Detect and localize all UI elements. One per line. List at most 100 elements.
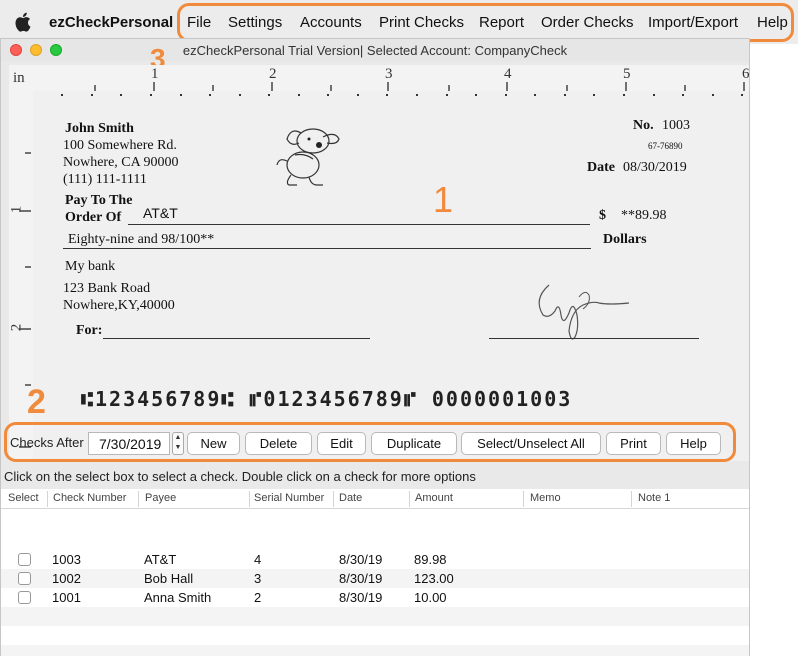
column-divider — [138, 491, 139, 507]
cell-check-number: 1001 — [52, 590, 81, 605]
menu-accounts[interactable]: Accounts — [300, 14, 362, 31]
empty-row — [1, 607, 749, 626]
empty-row — [1, 645, 749, 656]
for-label: For: — [76, 323, 103, 338]
column-divider — [523, 491, 524, 507]
menu-file[interactable]: File — [187, 14, 211, 31]
checks-after-date-field[interactable]: 7/30/2019 — [88, 432, 170, 455]
instruction-text: Click on the select box to select a chec… — [4, 469, 476, 484]
delete-button[interactable]: Delete — [245, 432, 312, 455]
check-preview[interactable]: John Smith 100 Somewhere Rd. Nowhere, CA… — [33, 91, 749, 461]
new-button[interactable]: New — [187, 432, 240, 455]
check-fraction: 67-76890 — [648, 141, 683, 151]
table-row[interactable]: 1003 AT&T 4 8/30/19 89.98 — [1, 550, 749, 569]
pay-to-label: Pay To The — [65, 193, 133, 208]
check-no-label: No. — [633, 118, 654, 133]
signature-image — [538, 284, 630, 340]
checks-after-label: Checks After — [10, 435, 84, 450]
help-button[interactable]: Help — [666, 432, 721, 455]
select-unselect-all-button[interactable]: Select/Unselect All — [461, 432, 601, 455]
col-header-amount[interactable]: Amount — [415, 492, 453, 504]
menu-help[interactable]: Help — [757, 14, 788, 31]
col-header-select[interactable]: Select — [8, 492, 39, 504]
row-select-checkbox[interactable] — [18, 572, 31, 585]
print-button[interactable]: Print — [606, 432, 661, 455]
memo-line — [103, 338, 370, 339]
table-row[interactable]: 1001 Anna Smith 2 8/30/19 10.00 — [1, 588, 749, 607]
cell-serial-number: 2 — [254, 590, 262, 605]
row-select-checkbox[interactable] — [18, 591, 31, 604]
column-divider — [409, 491, 410, 507]
currency-symbol: $ — [599, 208, 606, 223]
chevron-up-icon[interactable]: ▲ — [175, 434, 182, 441]
main-window: ezCheckPersonal Trial Version| Selected … — [0, 38, 750, 656]
cell-amount: 89.98 — [414, 552, 447, 567]
menu-report[interactable]: Report — [479, 14, 524, 31]
cell-serial-number: 4 — [254, 552, 262, 567]
check-date: 08/30/2019 — [623, 160, 687, 175]
payer-address-1: 100 Somewhere Rd. — [63, 138, 177, 153]
table-header: Select Check Number Payee Serial Number … — [1, 489, 749, 509]
col-header-memo[interactable]: Memo — [530, 492, 561, 504]
annotation-2: 2 — [27, 383, 46, 421]
window-title: ezCheckPersonal Trial Version| Selected … — [182, 43, 568, 58]
cell-amount: 123.00 — [414, 571, 454, 586]
empty-row — [1, 626, 749, 645]
column-divider — [631, 491, 632, 507]
menu-print-checks[interactable]: Print Checks — [379, 14, 464, 31]
col-header-date[interactable]: Date — [339, 492, 362, 504]
cell-payee: AT&T — [144, 552, 177, 567]
cell-date: 8/30/19 — [339, 571, 383, 586]
bank-address-1: 123 Bank Road — [63, 281, 151, 296]
payee-line — [128, 224, 590, 225]
window-titlebar: ezCheckPersonal Trial Version| Selected … — [1, 39, 749, 61]
cell-serial-number: 3 — [254, 571, 262, 586]
apple-icon[interactable] — [14, 12, 31, 32]
app-name-menu[interactable]: ezCheckPersonal — [49, 14, 173, 31]
order-of-label: Order Of — [65, 210, 122, 225]
date-stepper[interactable]: ▲ ▼ — [172, 432, 184, 455]
cell-payee: Bob Hall — [144, 571, 194, 586]
horizontal-ruler: in 1 2 3 4 5 6 — [9, 65, 750, 91]
column-divider — [249, 491, 250, 507]
amount-words-line — [63, 248, 591, 249]
checks-table[interactable]: Select Check Number Payee Serial Number … — [1, 489, 749, 656]
col-header-serial-number[interactable]: Serial Number — [254, 492, 324, 504]
col-header-payee[interactable]: Payee — [145, 492, 176, 504]
payee-value: AT&T — [143, 205, 178, 221]
cell-check-number: 1003 — [52, 552, 81, 567]
menu-settings[interactable]: Settings — [228, 14, 282, 31]
bank-address-2: Nowhere,KY,40000 — [63, 298, 175, 313]
bank-name: My bank — [65, 259, 116, 274]
table-row[interactable]: 1002 Bob Hall 3 8/30/19 123.00 — [1, 569, 749, 588]
cell-date: 8/30/19 — [339, 552, 383, 567]
col-header-check-number[interactable]: Check Number — [53, 492, 126, 504]
menu-import-export[interactable]: Import/Export — [648, 14, 738, 31]
cell-date: 8/30/19 — [339, 590, 383, 605]
column-divider — [333, 491, 334, 507]
amount-value: **89.98 — [621, 208, 667, 223]
duplicate-button[interactable]: Duplicate — [371, 432, 457, 455]
dog-logo-icon — [276, 128, 340, 186]
ruler-ticks — [94, 82, 745, 91]
dollars-label: Dollars — [603, 232, 647, 247]
date-label: Date — [587, 160, 615, 175]
menu-order-checks[interactable]: Order Checks — [541, 14, 634, 31]
edit-button[interactable]: Edit — [317, 432, 366, 455]
col-header-note-1[interactable]: Note 1 — [638, 492, 670, 504]
payer-address-2: Nowhere, CA 90000 — [63, 155, 179, 170]
row-select-checkbox[interactable] — [18, 553, 31, 566]
payer-phone: (111) 111-1111 — [63, 172, 147, 187]
cell-amount: 10.00 — [414, 590, 447, 605]
amount-words: Eighty-nine and 98/100** — [68, 232, 215, 247]
cell-check-number: 1002 — [52, 571, 81, 586]
payer-name: John Smith — [65, 121, 134, 136]
check-dot-row — [61, 94, 743, 96]
signature-line — [489, 338, 699, 339]
check-number: 1003 — [662, 118, 690, 133]
cell-payee: Anna Smith — [144, 590, 212, 605]
chevron-down-icon[interactable]: ▼ — [175, 444, 182, 451]
annotation-1: 1 — [433, 179, 454, 220]
micr-line: ⑆123456789⑆ ⑈0123456789⑈ 0000001003 — [81, 387, 573, 411]
column-divider — [47, 491, 48, 507]
